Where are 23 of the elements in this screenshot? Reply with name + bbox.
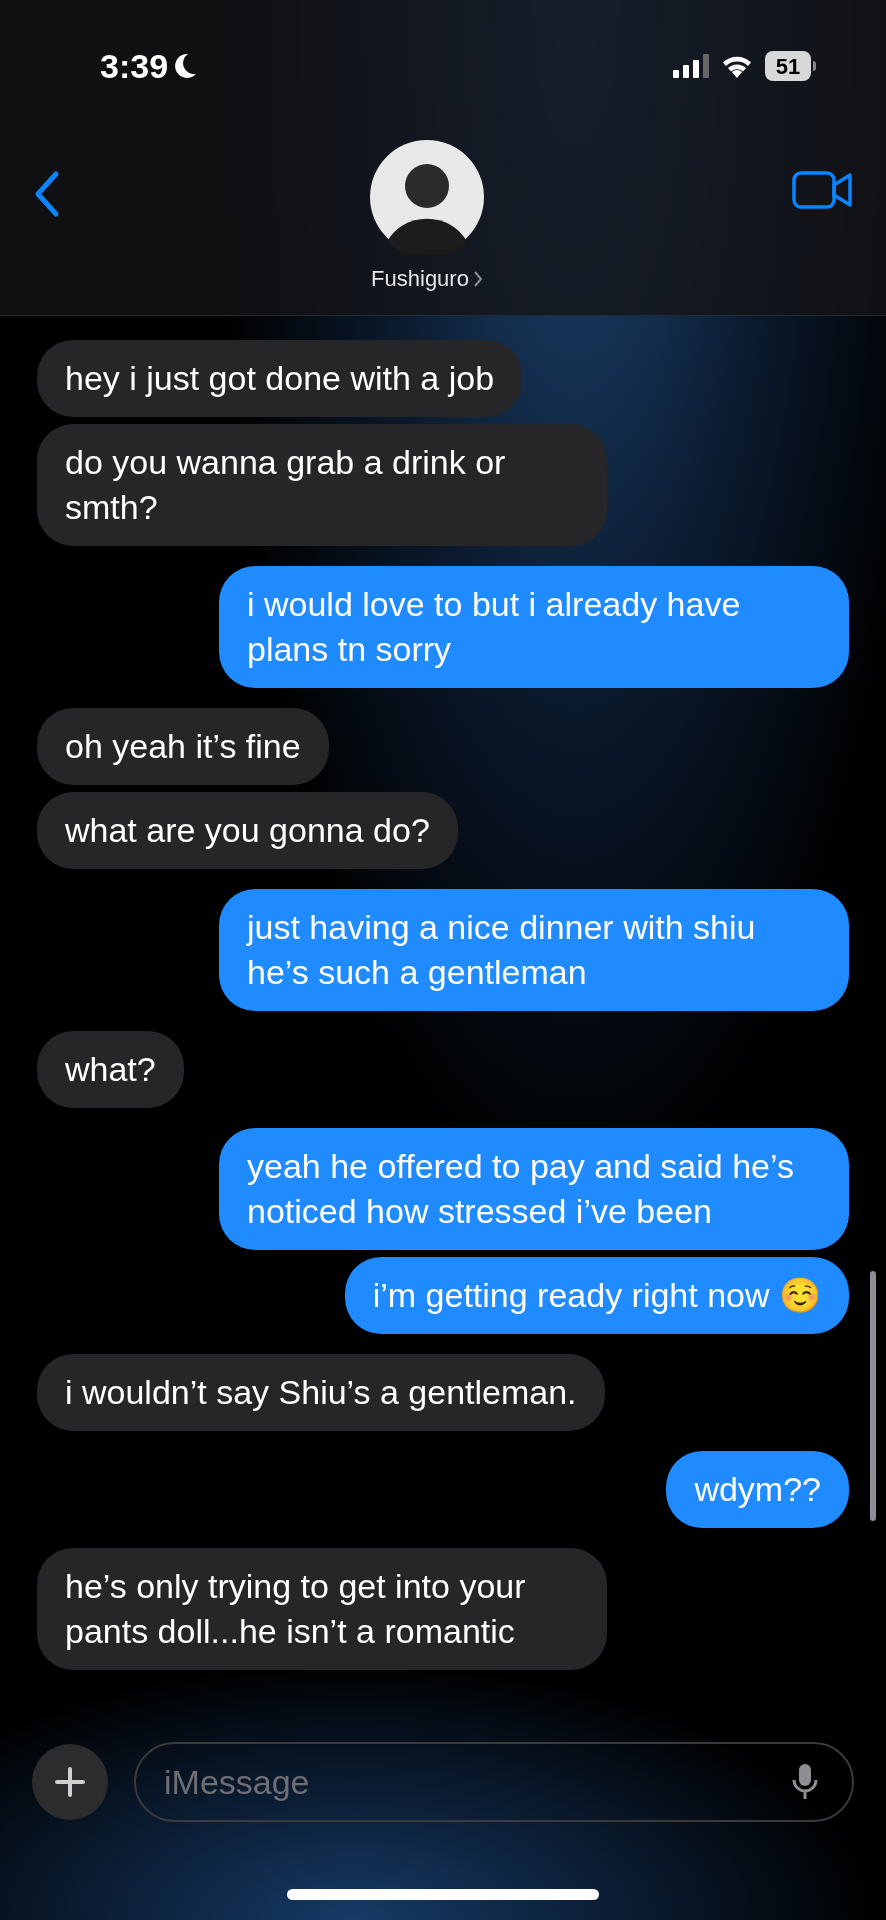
sent-message-bubble: wdym?? xyxy=(666,1451,849,1528)
plus-icon xyxy=(55,1767,85,1797)
sent-message-bubble: yeah he offered to pay and said he’s noticed how stressed i’ve been xyxy=(219,1128,849,1250)
microphone-icon[interactable] xyxy=(792,1763,818,1801)
video-camera-icon[interactable] xyxy=(792,170,854,210)
signal-icon xyxy=(673,54,709,78)
avatar[interactable] xyxy=(370,140,484,254)
status-time: 3:39 xyxy=(100,45,169,87)
wifi-icon xyxy=(721,54,753,78)
received-message-bubble: he’s only trying to get into your pants doll...he isn’t a romantic xyxy=(37,1548,607,1670)
chevron-right-icon xyxy=(472,269,483,288)
battery-indicator: 51 xyxy=(765,51,816,81)
received-message-bubble: what? xyxy=(37,1031,184,1108)
received-message-bubble: oh yeah it’s fine xyxy=(37,708,329,785)
sent-message-bubble: i would love to but i already have plans tn sorry xyxy=(219,566,849,688)
received-message-bubble: what are you gonna do? xyxy=(37,792,458,869)
received-message-bubble: i wouldn’t say Shiu’s a gentleman. xyxy=(37,1354,605,1431)
sent-message-bubble: just having a nice dinner with shiu he’s such a gentleman xyxy=(219,889,849,1011)
contact-name[interactable]: Fushiguro xyxy=(371,262,483,295)
received-message-bubble: hey i just got done with a job xyxy=(37,340,523,417)
message-input[interactable]: iMessage xyxy=(134,1742,854,1822)
received-message-bubble: do you wanna grab a drink or smth? xyxy=(37,424,607,546)
sent-message-bubble: i’m getting ready right now ☺ xyxy=(344,1257,849,1334)
